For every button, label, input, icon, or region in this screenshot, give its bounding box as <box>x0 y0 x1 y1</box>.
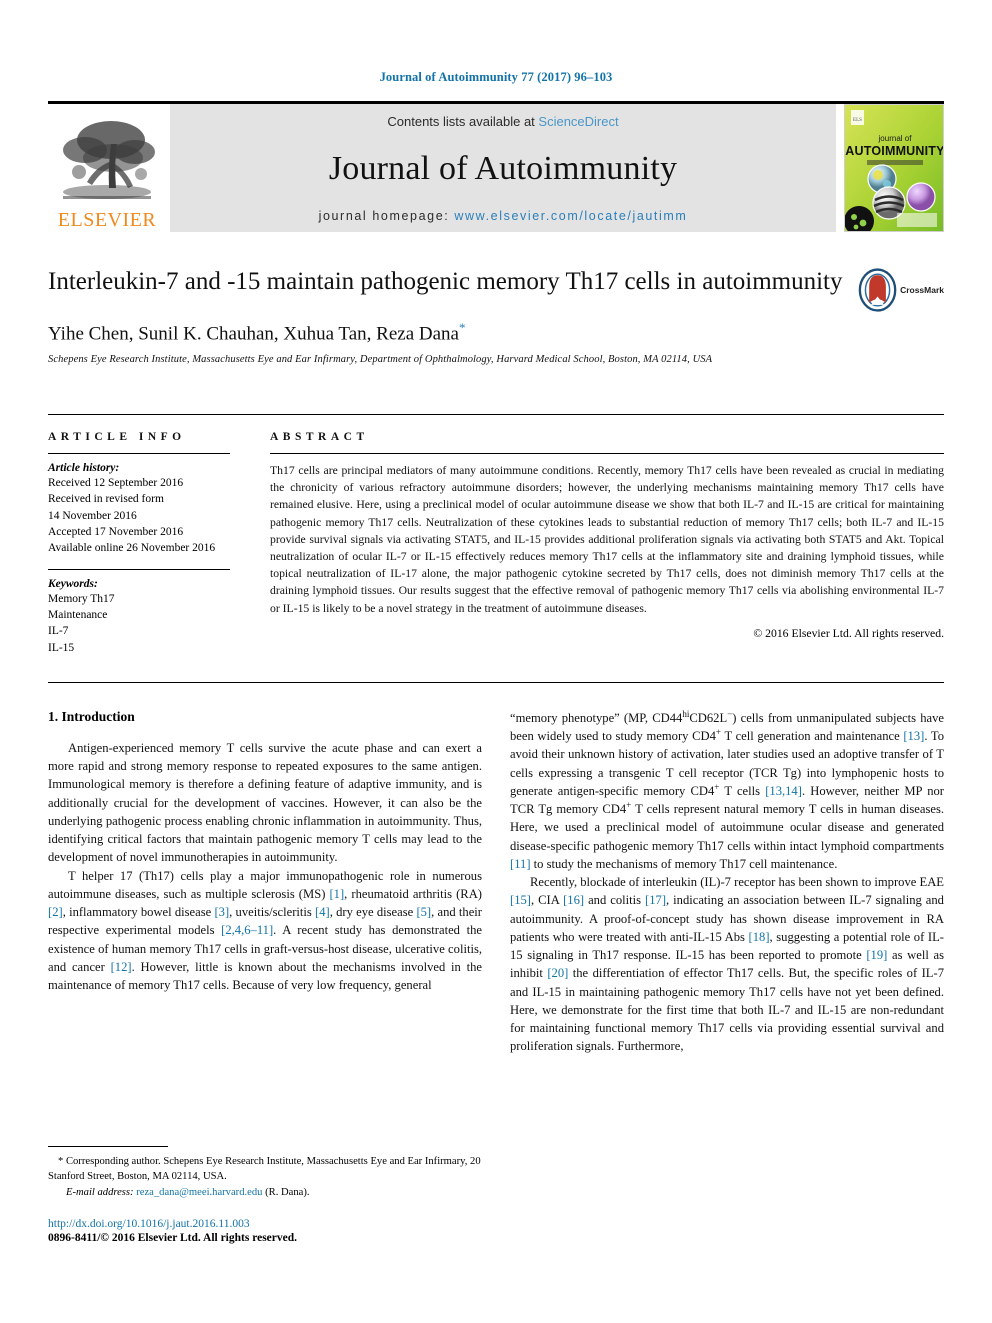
article-title-block: Interleukin-7 and -15 maintain pathogeni… <box>48 266 944 386</box>
divider <box>270 453 944 454</box>
article-history-label: Article history: <box>48 462 120 474</box>
elsevier-tree-icon <box>55 114 159 210</box>
body-column-left: 1. Introduction Antigen-experienced memo… <box>48 709 482 1056</box>
citation-link[interactable]: [12] <box>111 960 132 974</box>
article-history-item: Available online 26 November 2016 <box>48 542 216 555</box>
keywords-label: Keywords: <box>48 577 98 590</box>
citation-link[interactable]: [17] <box>645 893 666 907</box>
doi-link[interactable]: http://dx.doi.org/10.1016/j.jaut.2016.11… <box>48 1218 548 1230</box>
homepage-prefix: journal homepage: <box>318 209 455 223</box>
abstract-copyright: © 2016 Elsevier Ltd. All rights reserved… <box>753 626 944 640</box>
article-info-abstract-block: ARTICLE INFO Article history: Received 1… <box>48 414 944 656</box>
citation-link[interactable]: [16] <box>563 893 584 907</box>
citation-link[interactable]: [15] <box>510 893 531 907</box>
article-info-heading: ARTICLE INFO <box>48 431 186 443</box>
affiliation: Schepens Eye Research Institute, Massach… <box>48 354 713 366</box>
elsevier-wordmark: ELSEVIER <box>57 209 157 231</box>
abstract-heading: ABSTRACT <box>270 431 369 443</box>
issn-copyright-line: 0896-8411/© 2016 Elsevier Ltd. All right… <box>48 1232 298 1244</box>
article-history-item: Received in revised form <box>48 493 164 506</box>
citation-link[interactable]: [19] <box>866 948 887 962</box>
journal-masthead: ELSEVIER Contents lists available at Sci… <box>48 101 944 232</box>
elsevier-logo: ELSEVIER <box>48 104 166 232</box>
journal-banner: Contents lists available at ScienceDirec… <box>170 104 836 232</box>
citation-link[interactable]: [13,14] <box>765 784 802 798</box>
abstract-column: ABSTRACT Th17 cells are principal mediat… <box>248 431 944 656</box>
authors-names: Yihe Chen, Sunil K. Chauhan, Xuhua Tan, … <box>48 323 459 345</box>
sciencedirect-link[interactable]: ScienceDirect <box>538 114 618 129</box>
document-footer: http://dx.doi.org/10.1016/j.jaut.2016.11… <box>48 1218 548 1244</box>
divider <box>48 1146 168 1147</box>
article-info-column: ARTICLE INFO Article history: Received 1… <box>48 431 248 656</box>
running-head: Journal of Autoimmunity 77 (2017) 96–103 <box>379 70 613 84</box>
article-body: 1. Introduction Antigen-experienced memo… <box>48 681 944 1056</box>
citation-link[interactable]: [2] <box>48 905 63 919</box>
article-history-item: Received 12 September 2016 <box>48 477 184 489</box>
paragraph: T helper 17 (Th17) cells play a major im… <box>48 868 483 993</box>
citation-link[interactable]: [20] <box>547 966 568 980</box>
crossmark-icon <box>858 268 897 312</box>
body-column-right: “memory phenotype” (MP, CD44hiCD62L−) ce… <box>510 709 944 1056</box>
abstract-text: Th17 cells are principal mediators of ma… <box>270 464 944 615</box>
contents-prefix: Contents lists available at <box>387 114 539 129</box>
citation-link[interactable]: [5] <box>416 905 431 919</box>
keyword-item: Memory Th17 <box>48 592 115 605</box>
svg-text:journal of: journal of <box>878 134 913 143</box>
crossmark-label: CrossMark <box>900 285 944 295</box>
contents-available-line: Contents lists available at ScienceDirec… <box>387 114 618 129</box>
article-history-item: Accepted 17 November 2016 <box>48 525 184 538</box>
article-history-item: 14 November 2016 <box>48 509 137 522</box>
author-list: Yihe Chen, Sunil K. Chauhan, Xuhua Tan, … <box>48 320 944 345</box>
citation-link[interactable]: [4] <box>315 905 330 919</box>
email-link[interactable]: reza_dana@meei.harvard.edu <box>136 1187 262 1198</box>
citation-link[interactable]: [2,4,6–11] <box>221 923 273 937</box>
citation-link[interactable]: [3] <box>214 905 229 919</box>
keyword-item: IL-7 <box>48 625 69 638</box>
paragraph: Recently, blockade of interleukin (IL)-7… <box>510 875 944 1054</box>
journal-title: Journal of Autoimmunity <box>328 150 678 187</box>
divider <box>48 568 230 570</box>
email-suffix: (R. Dana). <box>265 1187 310 1199</box>
citation-link[interactable]: [11] <box>510 857 531 871</box>
corresponding-author-footnote: * Corresponding author. Schepens Eye Res… <box>48 1146 482 1200</box>
page-title: Interleukin-7 and -15 maintain pathogeni… <box>48 268 843 295</box>
paragraph: “memory phenotype” (MP, CD44hiCD62L−) ce… <box>510 708 944 871</box>
footnote-text: * Corresponding author. Schepens Eye Res… <box>48 1156 481 1183</box>
svg-text:AUTOIMMUNITY: AUTOIMMUNITY <box>845 144 944 158</box>
keyword-item: Maintenance <box>48 608 108 621</box>
journal-cover-thumbnail: ELS journal of AUTOIMMUNITY <box>844 104 944 232</box>
journal-homepage-link[interactable]: www.elsevier.com/locate/jautimm <box>454 209 687 223</box>
keyword-item: IL-15 <box>48 641 75 654</box>
citation-link[interactable]: [1] <box>329 887 344 901</box>
paragraph: Antigen-experienced memory T cells survi… <box>48 740 482 865</box>
divider <box>48 453 230 454</box>
corresponding-author-marker: * <box>458 320 466 335</box>
crossmark-badge[interactable]: CrossMark <box>858 264 944 316</box>
email-label: E-mail address: <box>66 1187 134 1199</box>
citation-link[interactable]: [13] <box>903 729 924 743</box>
section-heading-introduction: 1. Introduction <box>48 708 135 724</box>
citation-link[interactable]: [18] <box>749 930 770 944</box>
journal-article-page: Journal of Autoimmunity 77 (2017) 96–103 <box>0 0 992 1323</box>
journal-homepage-line: journal homepage: www.elsevier.com/locat… <box>319 209 688 223</box>
footnote-email-line: E-mail address: reza_dana@meei.harvard.e… <box>48 1185 482 1200</box>
svg-text:ELS: ELS <box>853 118 862 123</box>
